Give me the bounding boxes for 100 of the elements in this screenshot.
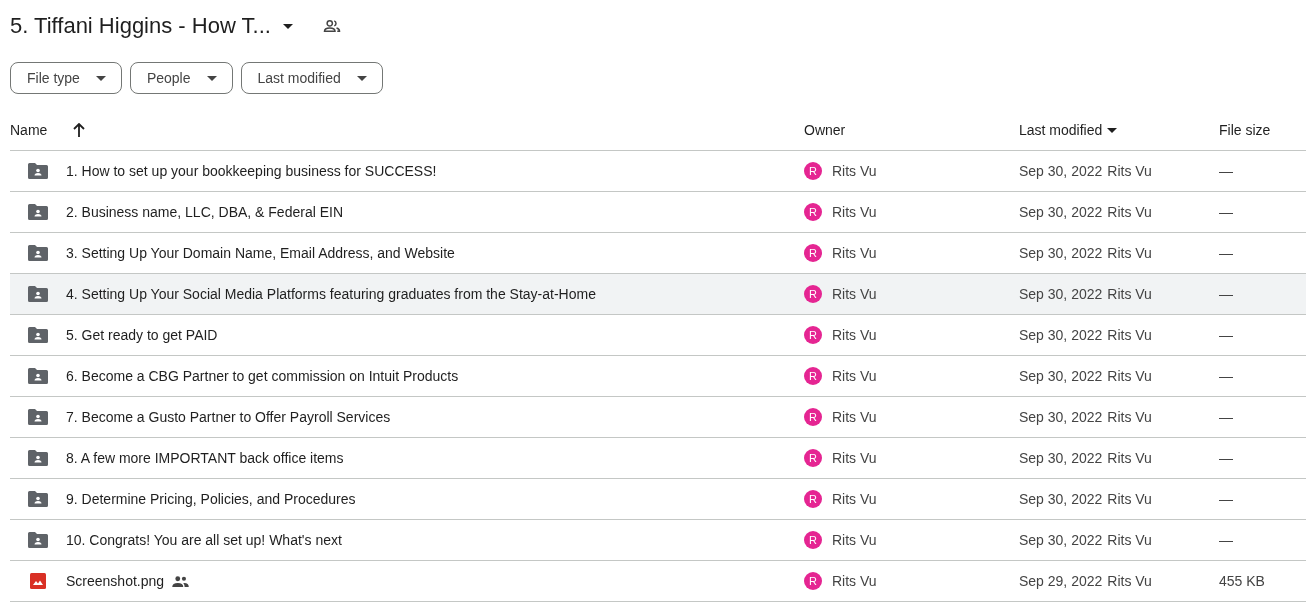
shared-folder-icon <box>28 286 48 302</box>
avatar: R <box>804 244 822 262</box>
owner-name: Rits Vu <box>832 204 877 220</box>
sort-ascending-icon[interactable] <box>73 123 86 137</box>
shared-folder-icon <box>28 409 48 425</box>
owner-name: Rits Vu <box>832 368 877 384</box>
caret-icon <box>95 75 106 81</box>
shared-folder-icon <box>28 245 48 261</box>
file-row[interactable]: 2. Business name, LLC, DBA, & Federal EIN R Rits Vu Sep 30, 2022 Rits Vu — <box>10 192 1306 233</box>
avatar: R <box>804 490 822 508</box>
modifier-name: Rits Vu <box>1107 450 1152 466</box>
file-name: 1. How to set up your bookkeeping business for SUCCESS! <box>66 163 437 179</box>
column-header[interactable]: Name <box>10 122 48 138</box>
modified-date: Sep 29, 2022 <box>1019 573 1103 589</box>
modified-date: Sep 30, 2022 <box>1019 409 1103 425</box>
modified-date: Sep 30, 2022 <box>1019 450 1103 466</box>
file-name: Screenshot.png <box>66 573 165 589</box>
file-row[interactable]: 6. Become a CBG Partner to get commission on Intuit Products R Rits Vu Sep 30, 2022 Rits Vu — <box>10 356 1306 397</box>
shared-folder-icon <box>28 450 48 466</box>
modified-date: Sep 30, 2022 <box>1019 204 1103 220</box>
file-name: 4. Setting Up Your Social Media Platforms featuring graduates from the Stay-at-Home <box>66 286 596 302</box>
file-size: — <box>1219 450 1233 466</box>
modifier-name: Rits Vu <box>1107 368 1152 384</box>
modified-date: Sep 30, 2022 <box>1019 163 1103 179</box>
column-header[interactable]: Last modified <box>1019 122 1103 138</box>
shared-folder-icon <box>28 163 48 179</box>
owner-name: Rits Vu <box>832 532 877 548</box>
file-size: — <box>1219 491 1233 507</box>
file-size: 455 KB <box>1219 573 1265 589</box>
file-size: — <box>1219 163 1233 179</box>
modified-date: Sep 30, 2022 <box>1019 491 1103 507</box>
caret-icon <box>356 75 367 81</box>
file-row[interactable]: 10. Congrats! You are all set up! What's next R Rits Vu Sep 30, 2022 Rits Vu — <box>10 520 1306 561</box>
file-row[interactable]: 5. Get ready to get PAID R Rits Vu Sep 30, 2022 Rits Vu — <box>10 315 1306 356</box>
file-size: — <box>1219 204 1233 220</box>
shared-folder-icon <box>28 532 48 548</box>
modifier-name: Rits Vu <box>1107 491 1152 507</box>
owner-name: Rits Vu <box>832 491 877 507</box>
sort-descending-icon[interactable] <box>1107 127 1118 133</box>
avatar: R <box>804 162 822 180</box>
file-size: — <box>1219 327 1233 343</box>
file-name: 3. Setting Up Your Domain Name, Email Address, and Website <box>66 245 455 261</box>
owner-name: Rits Vu <box>832 573 877 589</box>
modifier-name: Rits Vu <box>1107 286 1152 302</box>
shared-folder-icon <box>28 368 48 384</box>
modifier-name: Rits Vu <box>1107 163 1152 179</box>
avatar: R <box>804 367 822 385</box>
file-size: — <box>1219 286 1233 302</box>
image-file-icon <box>30 573 46 589</box>
filter-chip[interactable]: People <box>129 62 233 94</box>
modified-date: Sep 30, 2022 <box>1019 532 1103 548</box>
owner-name: Rits Vu <box>832 409 877 425</box>
owner-name: Rits Vu <box>832 450 877 466</box>
folder-title-button[interactable]: 5. Tiffani Higgins - How T... <box>10 13 293 39</box>
owner-name: Rits Vu <box>832 327 877 343</box>
file-size: — <box>1219 409 1233 425</box>
modifier-name: Rits Vu <box>1107 327 1152 343</box>
file-name: 8. A few more IMPORTANT back office items <box>66 450 344 466</box>
file-size: — <box>1219 245 1233 261</box>
avatar: R <box>804 408 822 426</box>
modifier-name: Rits Vu <box>1107 532 1152 548</box>
avatar: R <box>804 572 822 590</box>
shared-folder-icon <box>28 204 48 220</box>
caret-icon <box>206 75 217 81</box>
file-row[interactable]: 4. Setting Up Your Social Media Platforms featuring graduates from the Stay-at-Home R Rits Vu Sep 30, 2022 Rits Vu — <box>10 274 1306 315</box>
modifier-name: Rits Vu <box>1107 204 1152 220</box>
modified-date: Sep 30, 2022 <box>1019 327 1103 343</box>
modifier-name: Rits Vu <box>1107 245 1152 261</box>
avatar: R <box>804 531 822 549</box>
file-name: 9. Determine Pricing, Policies, and Procedures <box>66 491 356 507</box>
file-size: — <box>1219 532 1233 548</box>
modified-date: Sep 30, 2022 <box>1019 286 1103 302</box>
modifier-name: Rits Vu <box>1107 409 1152 425</box>
avatar: R <box>804 203 822 221</box>
file-row[interactable]: Screenshot.png R Rits Vu Sep 29, 2022 Rits Vu 455 KB <box>10 561 1306 602</box>
owner-name: Rits Vu <box>832 245 877 261</box>
avatar: R <box>804 285 822 303</box>
owner-name: Rits Vu <box>832 163 877 179</box>
file-size: — <box>1219 368 1233 384</box>
modified-date: Sep 30, 2022 <box>1019 368 1103 384</box>
file-name: 6. Become a CBG Partner to get commission on Intuit Products <box>66 368 459 384</box>
shared-folder-icon <box>28 327 48 343</box>
filter-chip[interactable]: File type <box>10 62 122 94</box>
people-icon[interactable] <box>322 17 341 35</box>
file-row[interactable]: 9. Determine Pricing, Policies, and Procedures R Rits Vu Sep 30, 2022 Rits Vu — <box>10 479 1306 520</box>
avatar: R <box>804 449 822 467</box>
file-row[interactable]: 1. How to set up your bookkeeping business for SUCCESS! R Rits Vu Sep 30, 2022 Rits Vu — <box>10 151 1306 192</box>
file-name: 7. Become a Gusto Partner to Offer Payroll Services <box>66 409 391 425</box>
file-row[interactable]: 7. Become a Gusto Partner to Offer Payroll Services R Rits Vu Sep 30, 2022 Rits Vu — <box>10 397 1306 438</box>
column-header[interactable]: File size <box>1219 122 1271 138</box>
caret-icon <box>282 23 293 29</box>
modifier-name: Rits Vu <box>1107 573 1152 589</box>
file-name: 5. Get ready to get PAID <box>66 327 218 343</box>
shared-folder-icon <box>28 491 48 507</box>
column-header[interactable]: Owner <box>804 122 846 138</box>
file-row[interactable]: 8. A few more IMPORTANT back office items R Rits Vu Sep 30, 2022 Rits Vu — <box>10 438 1306 479</box>
file-name: 10. Congrats! You are all set up! What's next <box>66 532 342 548</box>
filter-chip[interactable]: Last modified <box>240 62 383 94</box>
owner-name: Rits Vu <box>832 286 877 302</box>
avatar: R <box>804 326 822 344</box>
